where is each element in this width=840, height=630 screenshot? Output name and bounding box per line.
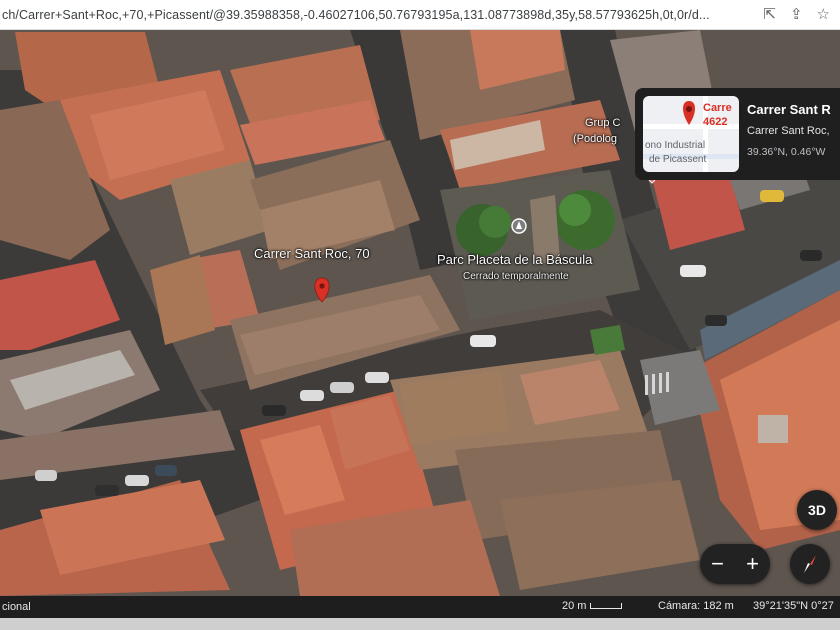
- star-icon[interactable]: ☆: [817, 7, 830, 22]
- thumbnail-text-area1: ono Industrial: [645, 140, 706, 151]
- status-coordinates: 39°21'35"N 0°27: [753, 600, 834, 612]
- scale-indicator[interactable]: 20 m: [562, 600, 623, 612]
- url-text[interactable]: ch/Carrer+Sant+Roc,+70,+Picassent/@39.35…: [0, 8, 763, 22]
- 3d-toggle-button[interactable]: 3D: [797, 490, 837, 530]
- compass-button[interactable]: [790, 544, 830, 584]
- shop-label-line1[interactable]: Grup C: [585, 117, 620, 129]
- info-card-coords: 39.36°N, 0.46°W: [747, 146, 826, 158]
- zoom-control[interactable]: − +: [700, 544, 770, 584]
- shop-label-line2[interactable]: (Podolog: [573, 133, 617, 145]
- address-bar[interactable]: ch/Carrer+Sant+Roc,+70,+Picassent/@39.35…: [0, 0, 840, 30]
- place-info-card[interactable]: Carre 4622 ono Industrial de Picassent C…: [635, 88, 840, 180]
- thumbnail-text-postcode: 4622: [703, 116, 728, 128]
- window-bottom-edge: [0, 618, 840, 630]
- satellite-map[interactable]: Carrer Sant Roc, 70 Parc Placeta de la B…: [0, 30, 840, 596]
- compass-icon: [804, 555, 816, 573]
- info-card-subtitle: Carrer Sant Roc,: [747, 125, 830, 137]
- thumbnail-text-street: Carre: [703, 102, 732, 114]
- zoom-out-button[interactable]: −: [711, 551, 724, 577]
- thumbnail-text-area2: de Picassent: [649, 154, 707, 165]
- scale-bar: [590, 603, 623, 609]
- park-label[interactable]: Parc Placeta de la Báscula: [437, 252, 592, 267]
- camera-altitude: Cámara: 182 m: [658, 600, 734, 612]
- status-left-text[interactable]: cional: [0, 601, 120, 613]
- share-icon[interactable]: ⇪: [790, 7, 803, 22]
- scale-label: 20 m: [562, 600, 587, 612]
- address-label[interactable]: Carrer Sant Roc, 70: [254, 246, 370, 261]
- info-card-title[interactable]: Carrer Sant R: [747, 102, 831, 117]
- map-thumbnail[interactable]: Carre 4622 ono Industrial de Picassent: [643, 96, 739, 172]
- map-status-bar: cional 20 m Cámara: 182 m 39°21'35"N 0°2…: [0, 596, 840, 618]
- zoom-in-button[interactable]: +: [746, 551, 759, 577]
- thumbnail-pin-icon: [683, 101, 695, 125]
- park-status-label: Cerrado temporalmente: [463, 271, 569, 282]
- cast-icon[interactable]: ⇱: [763, 7, 776, 22]
- park-poi-icon[interactable]: [511, 218, 527, 234]
